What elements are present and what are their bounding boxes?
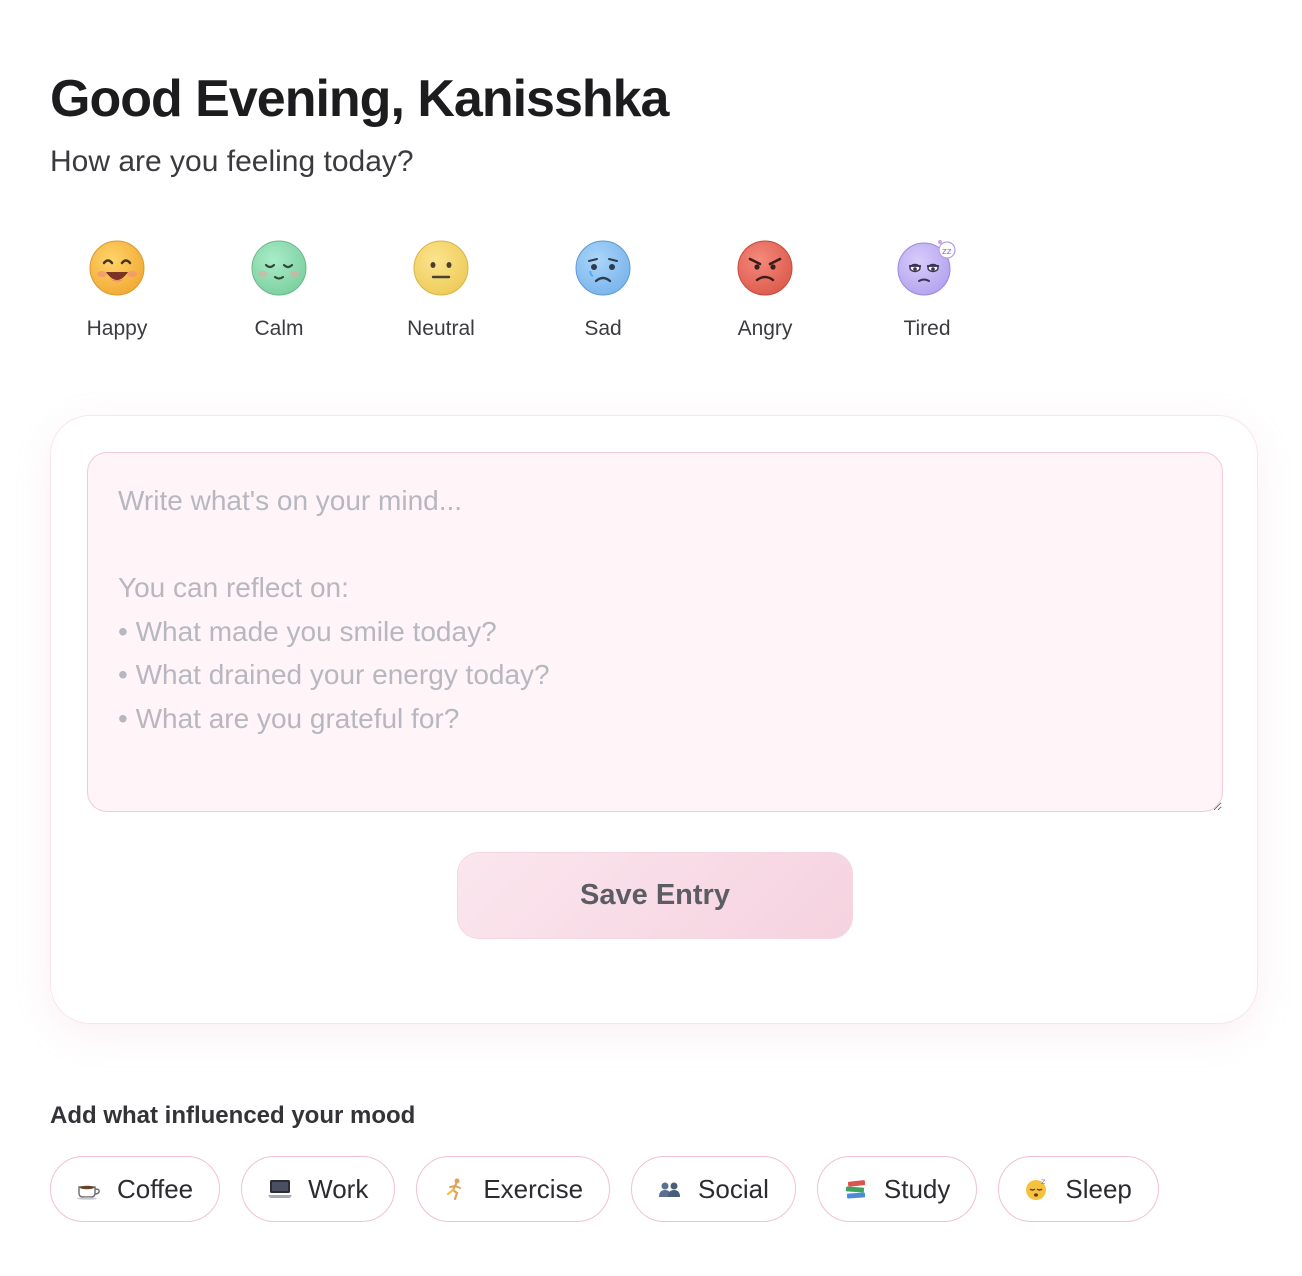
journal-card: Save Entry — [50, 415, 1258, 1024]
mood-option-happy[interactable]: Happy — [36, 238, 198, 342]
chip-work[interactable]: Work — [241, 1156, 396, 1222]
mood-question: How are you feeling today? — [50, 145, 414, 178]
influences-title: Add what influenced your mood — [50, 1102, 416, 1129]
chip-label: Coffee — [117, 1173, 194, 1204]
chip-sleep[interactable]: z Sleep — [998, 1156, 1159, 1222]
mood-option-tired[interactable]: zz Tired — [846, 238, 1008, 342]
tired-face-icon: zz — [895, 238, 959, 298]
greeting-title: Good Evening, Kanisshka — [50, 70, 669, 128]
chip-label: Study — [883, 1173, 951, 1204]
sleeping-face-icon: z — [1023, 1175, 1051, 1203]
influence-chips: Coffee Work Exercise Social Study z Slee… — [50, 1156, 1159, 1222]
chip-label: Exercise — [483, 1173, 584, 1204]
svg-text:z: z — [1041, 1177, 1045, 1186]
mood-selector: Happy Calm Neutral Sad Angry zz Tired — [36, 238, 1008, 342]
chip-coffee[interactable]: Coffee — [50, 1156, 221, 1222]
people-icon — [656, 1175, 684, 1203]
mood-option-calm[interactable]: Calm — [198, 238, 360, 342]
books-icon — [842, 1175, 870, 1203]
save-entry-button[interactable]: Save Entry — [457, 852, 853, 939]
neutral-face-icon — [411, 238, 471, 298]
mood-label: Happy — [86, 317, 148, 340]
coffee-icon — [75, 1175, 103, 1203]
chip-social[interactable]: Social — [631, 1156, 796, 1222]
chip-study[interactable]: Study — [816, 1156, 978, 1222]
sad-face-icon — [573, 238, 633, 298]
mood-label: Angry — [737, 317, 793, 340]
mood-option-sad[interactable]: Sad — [522, 238, 684, 342]
svg-text:zz: zz — [942, 247, 952, 257]
running-icon — [441, 1175, 469, 1203]
chip-label: Work — [308, 1173, 369, 1204]
mood-label: Neutral — [407, 317, 475, 340]
mood-option-neutral[interactable]: Neutral — [360, 238, 522, 342]
happy-face-icon — [87, 238, 147, 298]
angry-face-icon — [735, 238, 795, 298]
mood-label: Calm — [254, 317, 304, 340]
mood-label: Sad — [584, 317, 622, 340]
mood-label: Tired — [903, 317, 951, 340]
chip-label: Social — [698, 1173, 769, 1204]
chip-exercise[interactable]: Exercise — [416, 1156, 611, 1222]
laptop-icon — [266, 1175, 294, 1203]
chip-label: Sleep — [1065, 1173, 1132, 1204]
mood-option-angry[interactable]: Angry — [684, 238, 846, 342]
calm-face-icon — [249, 238, 309, 298]
journal-textarea[interactable] — [87, 452, 1223, 812]
